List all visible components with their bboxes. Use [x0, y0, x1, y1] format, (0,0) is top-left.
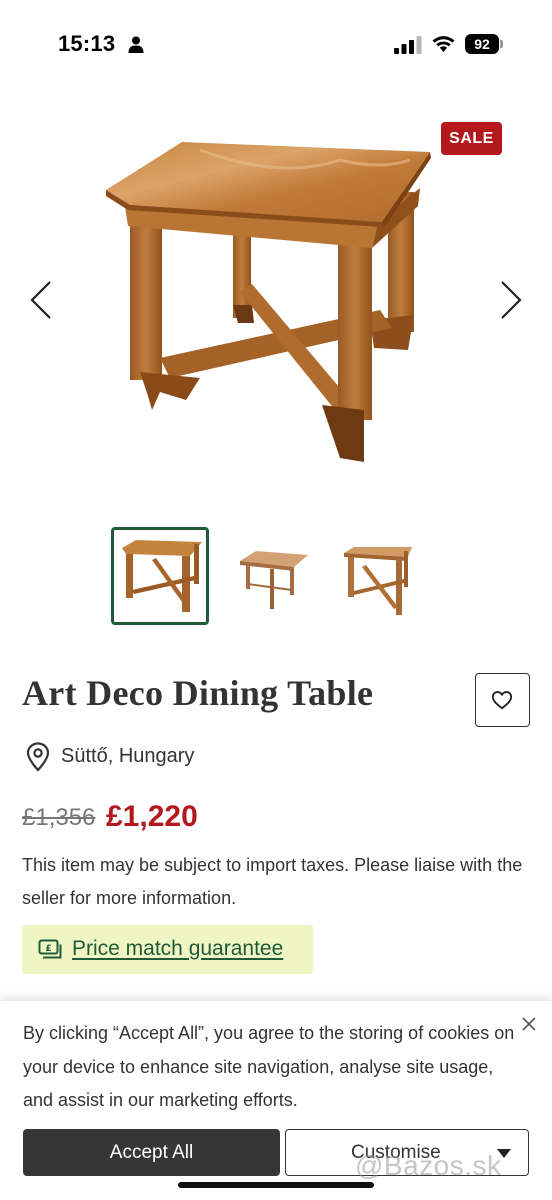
cookie-consent-text: By clicking “Accept All”, you agree to t… — [23, 1023, 515, 1110]
price-match-label: Price match guarantee — [72, 937, 284, 960]
product-image[interactable] — [0, 110, 552, 510]
home-indicator[interactable] — [178, 1182, 374, 1188]
accept-all-button[interactable]: Accept All — [23, 1129, 280, 1176]
battery-level: 92 — [465, 34, 499, 54]
cellular-signal-icon — [394, 36, 422, 54]
thumbnail-2[interactable] — [226, 527, 324, 625]
heart-icon — [491, 691, 513, 710]
table-thumbnail-image — [240, 551, 308, 609]
thumbnail-3[interactable] — [332, 527, 430, 625]
price-match-guarantee-link[interactable]: £ Price match guarantee — [22, 925, 313, 974]
person-icon — [128, 36, 144, 53]
battery-indicator: 92 — [465, 34, 503, 54]
favourite-button[interactable] — [475, 673, 530, 727]
chevron-right-icon[interactable] — [498, 280, 524, 320]
import-tax-note: This item may be subject to import taxes… — [22, 855, 523, 908]
banknote-icon: £ — [38, 939, 62, 959]
wifi-icon — [432, 36, 455, 52]
sale-badge: SALE — [441, 122, 502, 155]
battery-cap — [500, 40, 503, 48]
sale-price: £1,220 — [106, 800, 198, 833]
thumbnail-1-selected[interactable] — [111, 527, 209, 625]
chevron-left-icon[interactable] — [28, 280, 54, 320]
status-time: 15:13 — [58, 31, 116, 56]
map-pin-icon — [26, 742, 50, 772]
table-thumbnail-image — [122, 540, 202, 612]
status-bar: 15:13 92 — [0, 0, 552, 90]
location-text: Süttő, Hungary — [61, 745, 195, 767]
svg-text:£: £ — [45, 944, 51, 954]
watermark: @Bazos.sk — [355, 1150, 502, 1181]
original-price: £1,356 — [22, 804, 96, 831]
table-thumbnail-image — [344, 547, 412, 615]
product-title: Art Deco Dining Table — [22, 673, 374, 713]
